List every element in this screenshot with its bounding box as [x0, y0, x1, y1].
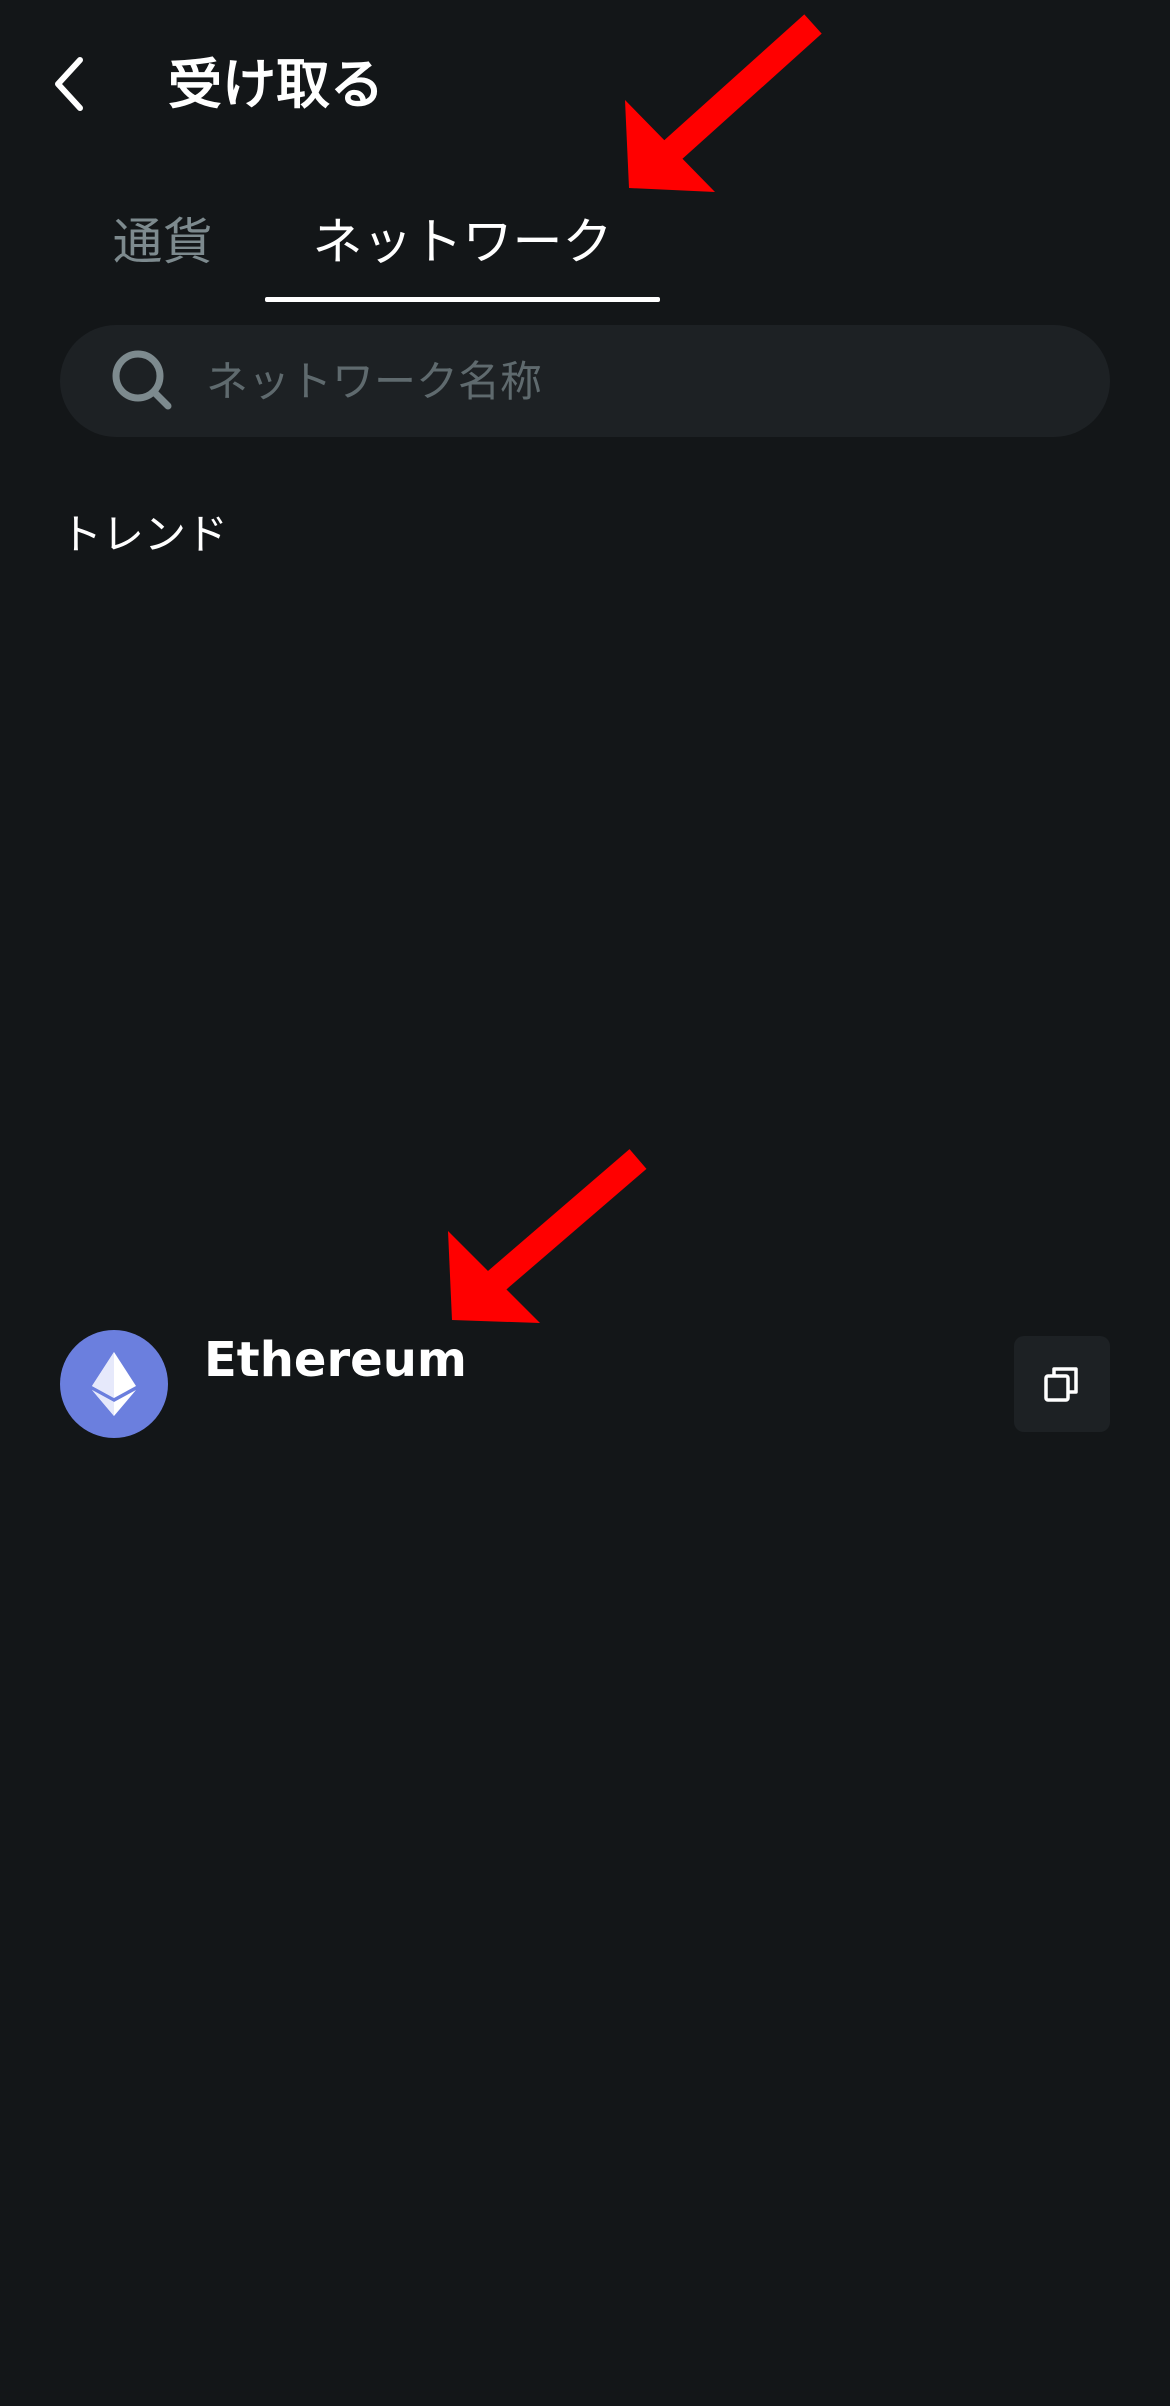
page-title: 受け取る: [168, 53, 384, 116]
copy-icon: [1044, 1367, 1078, 1402]
tab-network[interactable]: ネットワーク: [265, 175, 660, 301]
annotation-arrow-icon: [448, 1149, 647, 1323]
back-button[interactable]: [40, 44, 100, 124]
search-input[interactable]: [204, 340, 1110, 422]
network-item-ethereum[interactable]: Ethereum: [60, 1320, 1110, 1450]
search-box[interactable]: [60, 325, 1110, 437]
copy-address-button[interactable]: [1014, 1336, 1110, 1432]
search-icon: [110, 348, 176, 414]
network-name: Ethereum: [204, 1332, 467, 1388]
section-label-trending: トレンド: [60, 510, 229, 559]
active-tab-indicator: [265, 297, 660, 302]
chevron-left-icon: [55, 57, 83, 111]
tab-currency[interactable]: 通貨: [80, 175, 245, 301]
ethereum-icon: [60, 1330, 168, 1438]
tab-bar: 通貨 ネットワーク: [0, 175, 1170, 305]
header: 受け取る: [0, 0, 1170, 175]
